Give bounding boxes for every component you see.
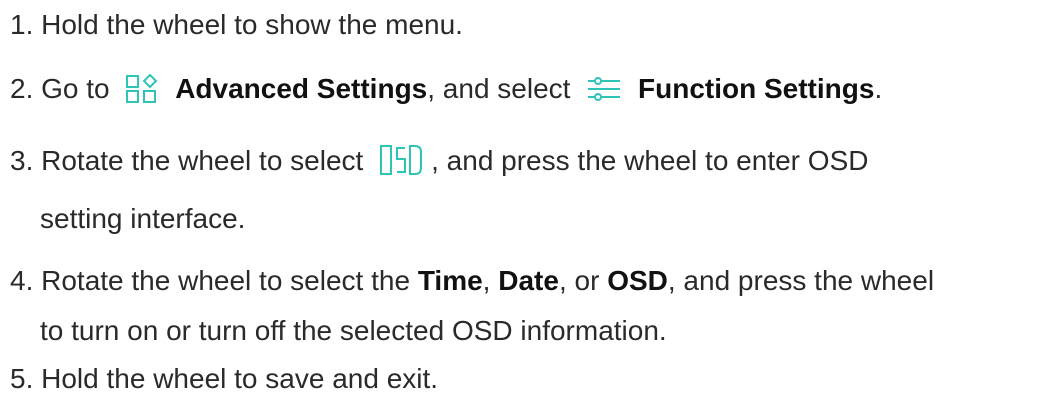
step-2-suffix: . [874, 73, 883, 104]
step-2-prefix: 2. Go to [10, 73, 110, 104]
osd-label: OSD [607, 265, 668, 296]
step-4: 4. Rotate the wheel to select the Time , … [10, 264, 934, 298]
step-3: 3. Rotate the wheel to select , and pres… [10, 144, 868, 184]
step-3-line2-text: setting interface. [40, 203, 246, 234]
time-label: Time [417, 265, 483, 296]
step-1: 1. Hold the wheel to show the menu. [10, 8, 463, 42]
step-3-suffix: , and press the wheel to enter OSD [431, 145, 869, 176]
step-4-suffix: , and press the wheel [667, 265, 935, 296]
date-label: Date [498, 265, 559, 296]
step-4-sep1: , [482, 265, 491, 296]
step-2: 2. Go to Advanced Settings, and select F… [10, 72, 882, 112]
step-3-prefix: 3. Rotate the wheel to select [10, 145, 364, 176]
step-4-prefix: 4. Rotate the wheel to select the [10, 265, 411, 296]
function-settings-label: Function Settings [638, 73, 875, 104]
step-4-line2-text: to turn on or turn off the selected OSD … [40, 315, 667, 346]
step-3-line-2: setting interface. [40, 202, 245, 236]
step-2-mid: , and select [427, 73, 571, 104]
step-1-text: 1. Hold the wheel to show the menu. [10, 9, 463, 40]
function-settings-sliders-icon [586, 74, 622, 112]
advanced-settings-label: Advanced Settings [175, 73, 428, 104]
step-5: 5. Hold the wheel to save and exit. [10, 362, 438, 396]
step-4-line-2: to turn on or turn off the selected OSD … [40, 314, 667, 348]
step-5-text: 5. Hold the wheel to save and exit. [10, 363, 439, 394]
advanced-settings-icon [125, 73, 159, 112]
step-4-sep2: , or [558, 265, 600, 296]
osd-icon [379, 144, 423, 184]
